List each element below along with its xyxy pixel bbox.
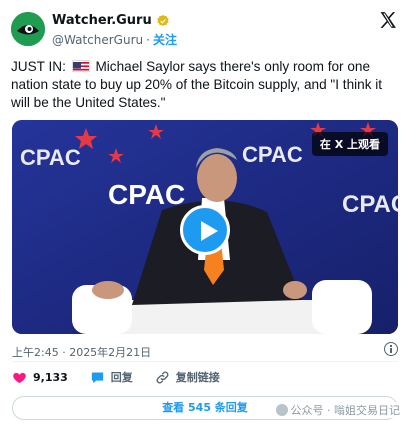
copy-link-label: 复制链接 (175, 371, 220, 384)
x-logo-icon[interactable] (378, 10, 398, 30)
divider (12, 361, 398, 362)
gold-verified-badge-icon (157, 14, 169, 26)
info-icon[interactable] (384, 342, 398, 356)
play-icon[interactable] (180, 205, 230, 255)
tweet-prefix: JUST IN: (11, 59, 66, 74)
us-flag-icon (71, 60, 90, 72)
copy-link-button[interactable]: 复制链接 (155, 369, 220, 385)
video-player[interactable]: CPAC CPAC CPAC CPAC 在 X 上观看 (12, 120, 398, 334)
tweet-card: Watcher.Guru @WatcherGuru · 关注 JUST IN: … (0, 0, 410, 428)
action-bar: 9,133 回复 复制链接 (12, 369, 242, 385)
watch-on-x-badge[interactable]: 在 X 上观看 (311, 132, 388, 156)
avatar-eye-logo-icon (11, 12, 45, 46)
like-count: 9,133 (33, 370, 68, 384)
follow-button[interactable]: 关注 (153, 31, 177, 48)
post-timestamp[interactable]: 上午2:45 · 2025年2月21日 (12, 344, 151, 360)
author-name-row: Watcher.Guru (52, 13, 170, 28)
svg-text:CPAC: CPAC (342, 191, 398, 218)
handle-row: @WatcherGuru · 关注 (52, 31, 177, 48)
tweet-body: Michael Saylor says there's only room fo… (11, 59, 383, 110)
heart-icon (13, 372, 26, 383)
handle-separator: · (146, 32, 150, 47)
avatar[interactable] (11, 12, 45, 46)
watermark: 公众号 · 嗡姐交易日记 (273, 402, 402, 418)
link-icon (156, 371, 169, 383)
author-handle[interactable]: @WatcherGuru (52, 33, 143, 47)
reply-button[interactable]: 回复 (90, 369, 133, 385)
author-name[interactable]: Watcher.Guru (52, 13, 152, 28)
svg-text:CPAC: CPAC (20, 145, 81, 170)
like-button[interactable]: 9,133 (12, 370, 68, 385)
tweet-text: JUST IN: Michael Saylor says there's onl… (11, 58, 401, 112)
watermark-text: 公众号 · 嗡姐交易日记 (290, 404, 401, 417)
svg-text:CPAC: CPAC (108, 179, 185, 210)
wechat-icon (275, 404, 288, 416)
speech-bubble-icon (91, 372, 103, 383)
reply-label: 回复 (110, 371, 133, 384)
svg-text:CPAC: CPAC (242, 142, 303, 167)
